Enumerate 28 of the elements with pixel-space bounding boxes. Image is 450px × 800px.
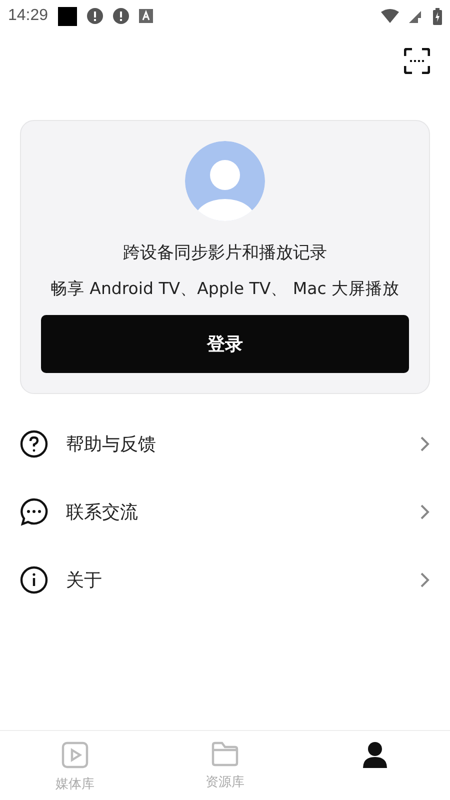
menu-label: 关于 bbox=[66, 568, 103, 593]
help-icon bbox=[20, 430, 48, 458]
status-time: 14:29 bbox=[8, 6, 48, 26]
devices-description: 畅享 Android TV、Apple TV、 Mac 大屏播放 bbox=[50, 278, 400, 300]
menu-item[interactable]: 关于 bbox=[0, 546, 450, 614]
signal-icon bbox=[409, 9, 423, 23]
notification-icon bbox=[58, 6, 78, 26]
alert-icon bbox=[87, 8, 104, 24]
folder-icon bbox=[211, 741, 239, 767]
login-button[interactable]: 登录 bbox=[41, 315, 409, 374]
battery-icon bbox=[433, 8, 442, 24]
chevron-icon bbox=[420, 504, 430, 520]
alert-icon bbox=[113, 8, 130, 24]
chevron-icon bbox=[420, 436, 430, 452]
menu-label: 联系交流 bbox=[66, 500, 139, 525]
chat-icon bbox=[20, 498, 48, 526]
wifi-icon bbox=[381, 9, 399, 23]
menu-item[interactable]: 帮助与反馈 bbox=[0, 410, 450, 478]
info-icon bbox=[20, 566, 48, 594]
scan-icon[interactable] bbox=[404, 48, 430, 74]
menu-label: 帮助与反馈 bbox=[66, 432, 157, 457]
chevron-icon bbox=[420, 572, 430, 588]
menu-item[interactable]: 联系交流 bbox=[0, 478, 450, 546]
keyboard-icon bbox=[139, 9, 154, 23]
video-icon bbox=[61, 741, 89, 769]
avatar-icon bbox=[185, 141, 265, 221]
sync-description: 跨设备同步影片和播放记录 bbox=[123, 242, 327, 265]
person-icon bbox=[361, 741, 389, 769]
